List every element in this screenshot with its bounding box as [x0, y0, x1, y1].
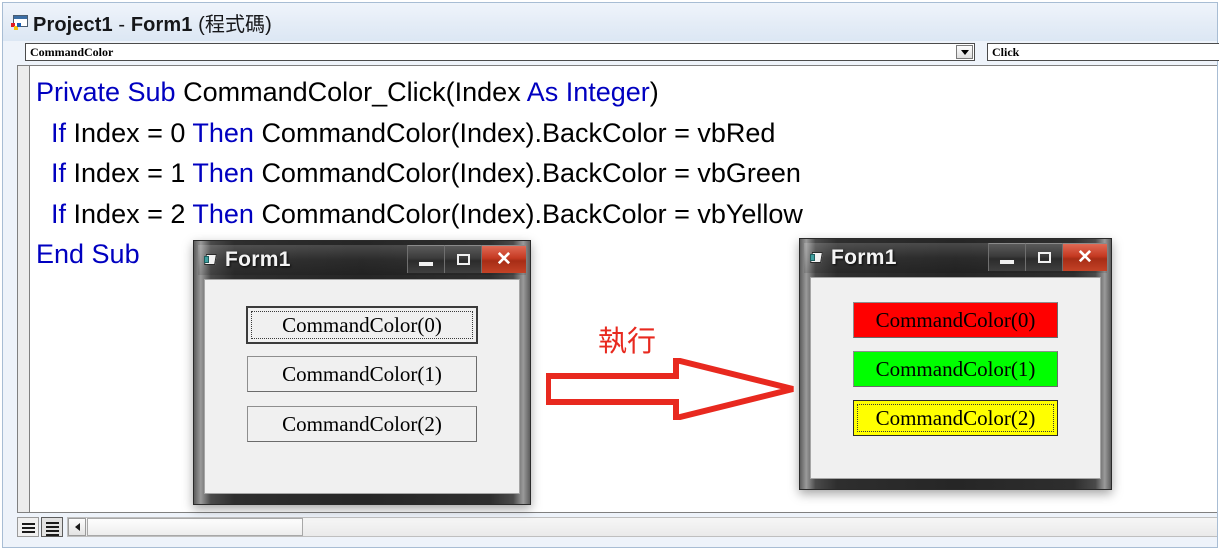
code-keyword: Then — [192, 158, 262, 188]
command-color-button-0-label: CommandColor(0) — [282, 312, 442, 337]
code-keyword: End Sub — [36, 239, 140, 269]
code-plain: Index = 1 — [73, 158, 193, 188]
screenshot-root: Project1 - Form1 (程式碼) CommandColor Clic… — [0, 0, 1222, 556]
title-form: Form1 — [130, 13, 193, 36]
form-title: Form1 — [831, 246, 897, 269]
code-keyword: Private Sub — [36, 77, 184, 107]
code-plain — [36, 199, 51, 229]
object-combo[interactable]: CommandColor — [25, 43, 975, 61]
window-control-buttons: ✕ — [988, 243, 1107, 271]
code-keyword: If — [51, 198, 74, 229]
form-titlebar[interactable]: Form1 ✕ — [804, 243, 1107, 273]
code-plain — [36, 118, 51, 148]
code-plain: Index = 0 — [73, 117, 193, 148]
indicator-margin[interactable] — [18, 66, 30, 512]
form-frame: Form1 ✕ CommandColor(0) CommandColor(1) … — [800, 239, 1111, 489]
code-keyword: Then — [192, 198, 262, 229]
form-icon — [204, 253, 218, 267]
code-plain: CommandColor(Index).BackColor = vbGreen — [261, 158, 801, 188]
form-window-after[interactable]: Form1 ✕ CommandColor(0) CommandColor(1) … — [799, 238, 1112, 490]
full-module-view-icon[interactable] — [41, 517, 63, 537]
horizontal-scrollbar[interactable] — [67, 517, 1217, 537]
code-combo-bar: CommandColor Click — [3, 41, 1219, 63]
command-color-button-1[interactable]: CommandColor(1) — [247, 356, 477, 392]
form-title: Form1 — [225, 248, 291, 271]
window-titlebar: Project1 - Form1 (程式碼) — [3, 3, 1217, 41]
arrow-right-outline-icon — [546, 358, 794, 420]
code-plain: CommandColor(Index).BackColor = vbYellow — [261, 198, 803, 229]
close-glyph: ✕ — [496, 249, 512, 270]
page-title: Project1 - Form1 (程式碼) — [33, 8, 272, 37]
window-control-buttons: ✕ — [407, 245, 526, 273]
code-plain: ) — [649, 77, 659, 107]
title-project: Project1 — [33, 13, 113, 36]
minimize-icon[interactable] — [407, 245, 444, 273]
title-separator: - — [112, 13, 131, 36]
editor-bottom-bar — [17, 515, 1217, 539]
vb-code-window-icon — [11, 14, 28, 30]
form-window-before[interactable]: Form1 ✕ CommandColor(0) CommandColor(1) … — [193, 240, 531, 505]
code-plain: CommandColor_Click(Index — [183, 77, 527, 107]
command-color-button-2[interactable]: CommandColor(2) — [247, 406, 477, 442]
code-line: If Index = 1 Then CommandColor(Index).Ba… — [36, 153, 803, 194]
procedure-combo[interactable]: Click — [987, 43, 1219, 61]
close-glyph: ✕ — [1077, 247, 1093, 268]
command-color-button-2-label: CommandColor(2) — [875, 405, 1036, 430]
code-plain — [36, 158, 51, 188]
code-plain: CommandColor(Index).BackColor = vbRed — [261, 117, 776, 148]
form-client-area: CommandColor(0) CommandColor(1) CommandC… — [204, 279, 520, 494]
command-color-button-2[interactable]: CommandColor(2) — [853, 400, 1058, 436]
code-keyword: Then — [192, 117, 262, 148]
form-frame: Form1 ✕ CommandColor(0) CommandColor(1) … — [194, 241, 530, 504]
form-titlebar[interactable]: Form1 ✕ — [198, 245, 526, 275]
minimize-icon[interactable] — [988, 243, 1025, 271]
code-line: If Index = 2 Then CommandColor(Index).Ba… — [36, 194, 803, 235]
close-icon[interactable]: ✕ — [481, 245, 526, 273]
command-color-button-0[interactable]: CommandColor(0) — [853, 302, 1058, 338]
form-client-area: CommandColor(0) CommandColor(1) CommandC… — [810, 277, 1101, 479]
command-color-button-2-label: CommandColor(2) — [282, 411, 442, 436]
close-icon[interactable]: ✕ — [1062, 243, 1107, 271]
code-plain: Index = 2 — [73, 198, 193, 229]
command-color-button-1-label: CommandColor(1) — [282, 361, 442, 386]
maximize-icon[interactable] — [1025, 243, 1062, 271]
procedure-view-icon[interactable] — [17, 517, 39, 537]
form-icon — [810, 251, 824, 265]
command-color-button-0-label: CommandColor(0) — [875, 307, 1036, 332]
chevron-down-icon[interactable] — [956, 45, 973, 59]
command-color-button-1[interactable]: CommandColor(1) — [853, 351, 1058, 387]
annotation-label: 執行 — [598, 324, 657, 358]
scrollbar-thumb[interactable] — [87, 518, 303, 536]
object-combo-value: CommandColor — [30, 44, 114, 59]
title-suffix: (程式碼) — [192, 13, 272, 36]
code-keyword: If — [51, 158, 74, 188]
code-keyword: As Integer — [526, 77, 650, 107]
maximize-icon[interactable] — [444, 245, 481, 273]
triangle-left-icon[interactable] — [68, 518, 86, 536]
command-color-button-1-label: CommandColor(1) — [875, 356, 1036, 381]
code-line: Private Sub CommandColor_Click(Index As … — [36, 72, 803, 113]
command-color-button-0[interactable]: CommandColor(0) — [246, 306, 478, 344]
code-line: If Index = 0 Then CommandColor(Index).Ba… — [36, 113, 803, 154]
code-keyword: If — [51, 117, 74, 148]
procedure-combo-value: Click — [992, 44, 1020, 59]
